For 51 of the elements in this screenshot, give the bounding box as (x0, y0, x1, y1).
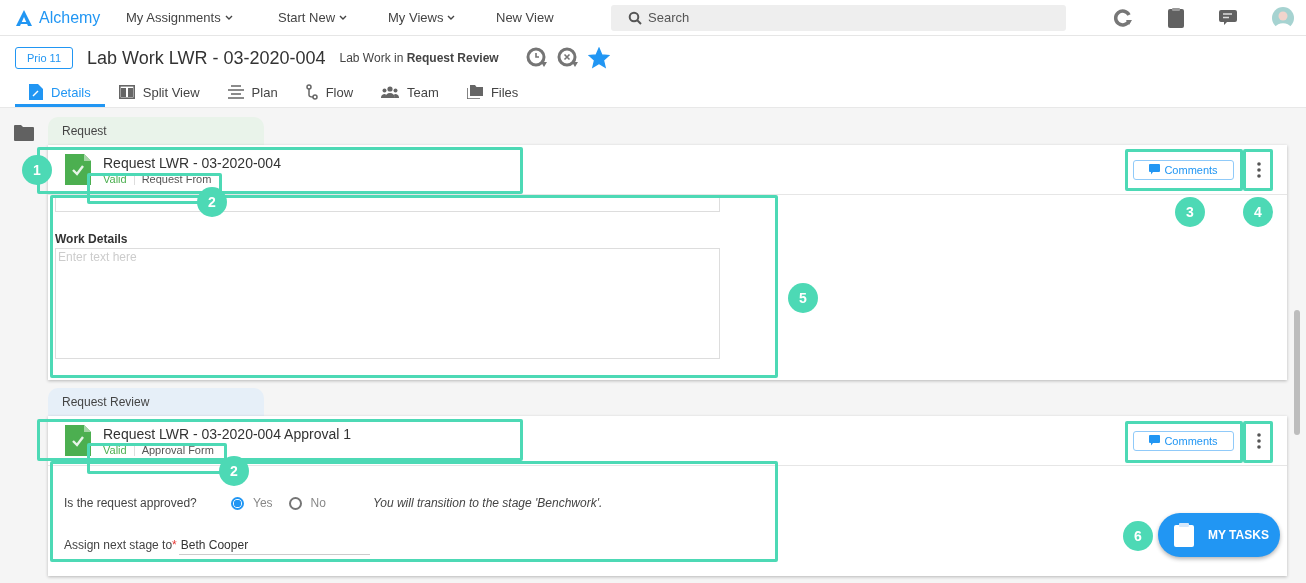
option-label[interactable]: Yes (253, 496, 273, 510)
required-mark: * (172, 538, 177, 552)
radio-button[interactable] (288, 496, 302, 510)
form-title: Request LWR - 03-2020-004 Approval 1 (103, 425, 352, 442)
more-options-icon[interactable] (1257, 161, 1261, 178)
people-icon (381, 86, 400, 98)
validation-status: Valid (103, 443, 135, 456)
option-label[interactable]: No (310, 496, 326, 510)
form-type: Approval Form (141, 443, 214, 456)
clock-icon[interactable] (525, 47, 548, 69)
record-title: Lab Work LWR - 03-2020-004 (87, 47, 326, 69)
scrollbar-thumb[interactable] (1294, 310, 1300, 435)
refresh-icon[interactable] (1113, 7, 1133, 28)
priority-tag: Prio 11 (15, 47, 74, 69)
section-tab[interactable]: Request (48, 117, 264, 145)
chat-icon[interactable] (1219, 8, 1237, 27)
nav-menu[interactable]: My Views (388, 10, 496, 25)
view-tab[interactable]: Files (452, 80, 533, 107)
field-label: Work Details (55, 232, 129, 246)
nav-menu[interactable]: New View (496, 10, 611, 25)
section-tab[interactable]: Request Review (48, 388, 264, 416)
document-check-icon (65, 154, 91, 185)
clipboard-icon (1174, 523, 1194, 547)
nav-menu[interactable]: Start New (278, 10, 388, 25)
star-icon[interactable] (587, 47, 610, 69)
split-view-icon (118, 85, 135, 99)
view-tab[interactable]: Plan (213, 80, 292, 107)
question-label: Is the request approved? (64, 496, 198, 510)
folder-icon[interactable] (14, 125, 34, 141)
view-tab[interactable]: Flow (291, 80, 368, 107)
logo-icon (15, 8, 33, 27)
transition-note: You will transition to the stage 'Benchwork'. (372, 496, 603, 510)
nav-menu[interactable]: My Assignments (126, 10, 278, 25)
search-field[interactable]: Search (611, 4, 1066, 31)
comment-icon (1149, 435, 1161, 446)
document-check-icon (65, 425, 91, 456)
flow-icon (305, 84, 318, 100)
view-tab[interactable]: Team (367, 80, 453, 107)
view-tab[interactable]: Split View (104, 80, 214, 107)
clipboard-icon[interactable] (1168, 7, 1184, 28)
cancel-icon[interactable] (556, 47, 579, 69)
record-stage: Lab Work in Request Review (339, 51, 499, 65)
more-options-icon[interactable] (1257, 432, 1261, 449)
field-label: Assign next stage to (64, 538, 173, 552)
search-icon (628, 10, 642, 25)
folders-icon (466, 85, 483, 99)
document-icon (29, 84, 43, 100)
radio-button[interactable] (231, 496, 244, 510)
form-title: Request LWR - 03-2020-004 (103, 154, 282, 171)
lines-icon (227, 85, 244, 99)
comment-icon (1149, 164, 1161, 175)
